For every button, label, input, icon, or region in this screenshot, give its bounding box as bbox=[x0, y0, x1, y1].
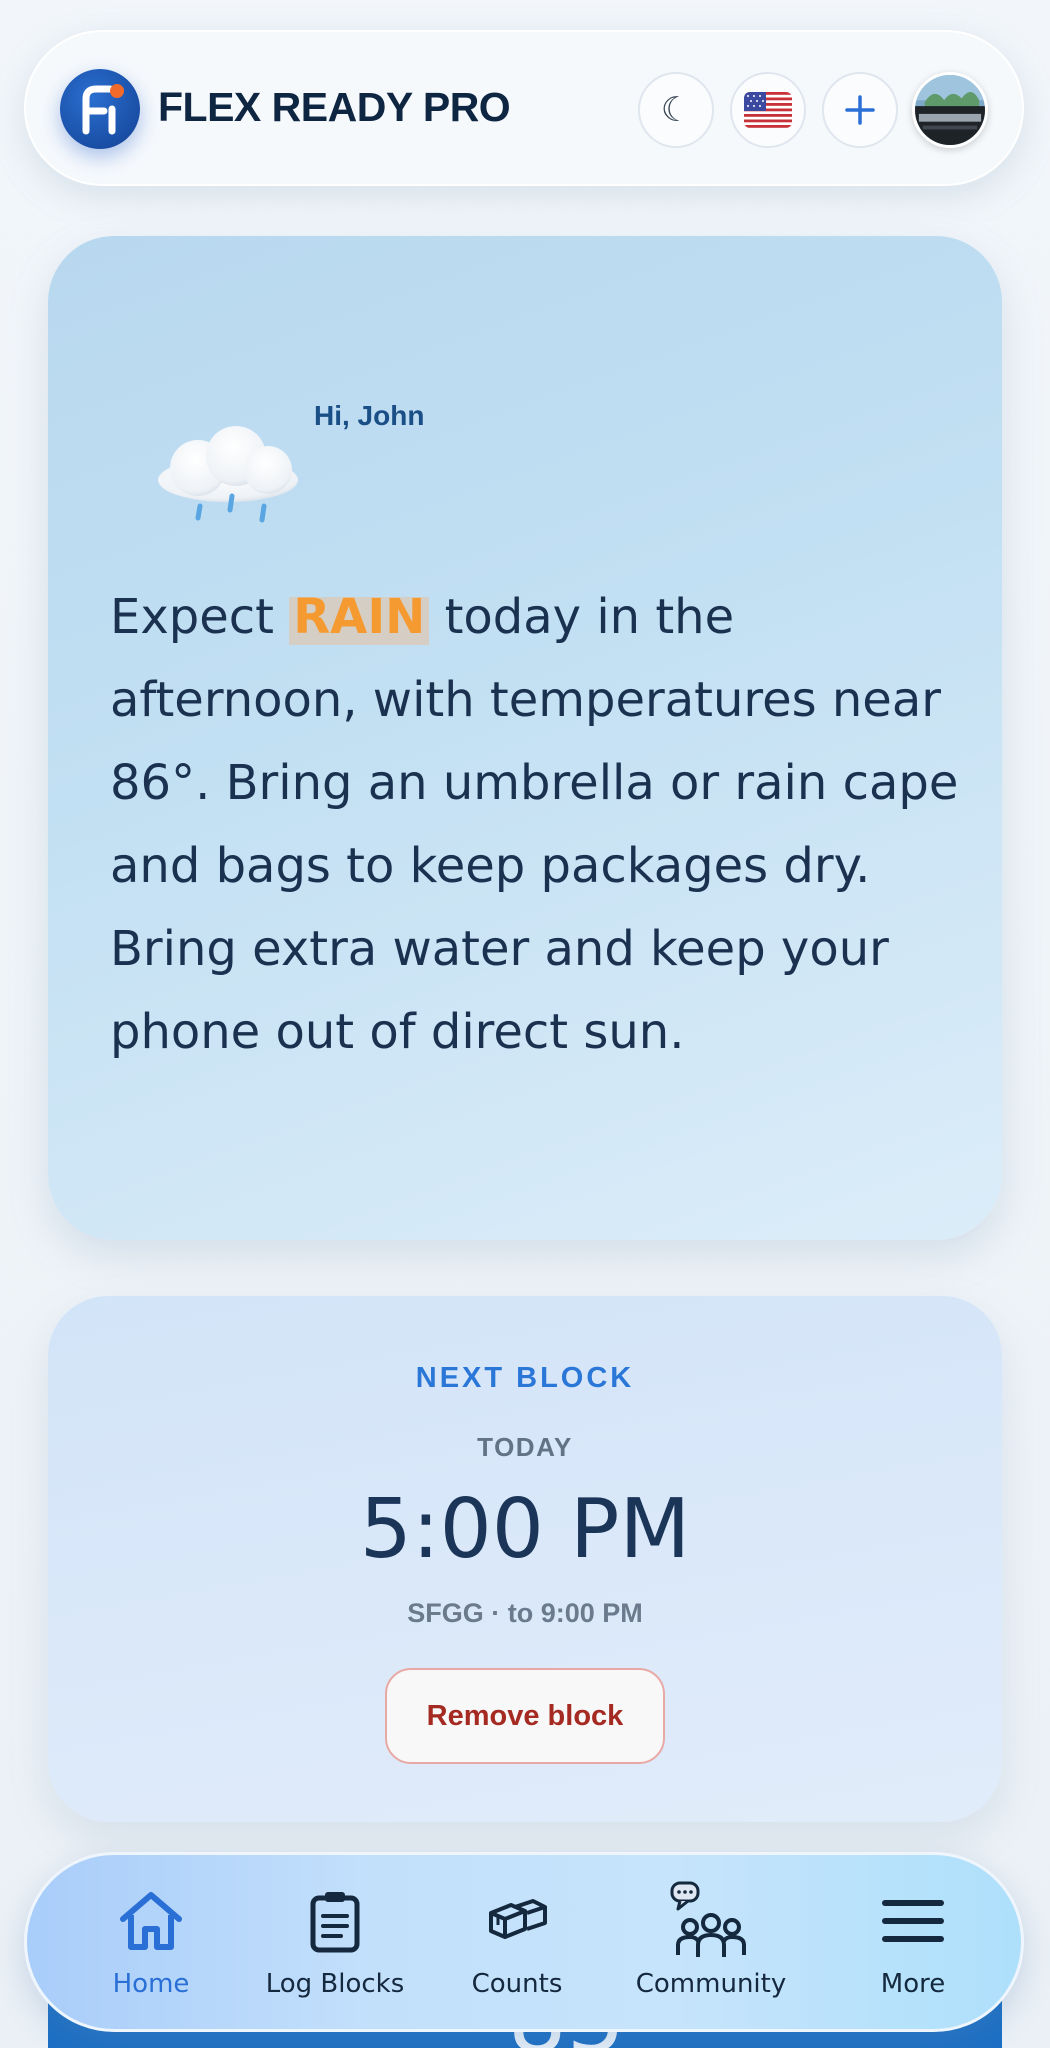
next-block-time: 5:00 PM bbox=[359, 1482, 691, 1577]
nav-label-log-blocks: Log Blocks bbox=[265, 1969, 405, 1999]
next-block-card: NEXT BLOCK TODAY 5:00 PM SFGG · to 9:00 … bbox=[48, 1296, 1002, 1822]
plus-icon bbox=[845, 95, 875, 125]
next-block-label: NEXT BLOCK bbox=[415, 1362, 635, 1394]
weather-card: Hi, John Expect RAIN today in the aftern… bbox=[48, 236, 1002, 1240]
nav-label-home: Home bbox=[112, 1969, 190, 1999]
nav-item-community[interactable]: Community bbox=[621, 1879, 801, 2009]
logo-icon bbox=[82, 84, 124, 135]
app-title: FLEX READY PRO bbox=[158, 84, 511, 130]
app-logo[interactable] bbox=[60, 69, 140, 149]
clipboard-icon bbox=[310, 1892, 360, 1953]
add-button[interactable] bbox=[822, 72, 898, 148]
nav-label-more: More bbox=[880, 1969, 946, 1999]
next-block-subtitle: SFGG · to 9:00 PM bbox=[407, 1598, 643, 1628]
language-button[interactable] bbox=[730, 72, 806, 148]
next-block-day: TODAY bbox=[477, 1432, 573, 1462]
forecast-highlight: RAIN bbox=[289, 589, 430, 645]
forecast-text-after: today in the afternoon, with temperature… bbox=[110, 589, 959, 1060]
dark-mode-button[interactable]: ☾ bbox=[638, 72, 714, 148]
community-icon bbox=[670, 1881, 746, 1957]
menu-icon bbox=[882, 1900, 944, 1942]
nav-item-log-blocks[interactable]: Log Blocks bbox=[245, 1879, 425, 2009]
moon-icon: ☾ bbox=[660, 90, 692, 130]
nav-item-more[interactable]: More bbox=[823, 1879, 1003, 2009]
forecast-text: Expect RAIN today in the afternoon, with… bbox=[110, 576, 970, 1074]
avatar[interactable] bbox=[912, 72, 988, 148]
nav-label-community: Community bbox=[635, 1969, 787, 1999]
us-flag-icon bbox=[744, 92, 792, 128]
nav-item-counts[interactable]: Counts bbox=[427, 1879, 607, 2009]
nav-label-counts: Counts bbox=[471, 1969, 563, 1999]
bottom-nav: Home Log Blocks Counts Community More bbox=[24, 1852, 1024, 2032]
nav-item-home[interactable]: Home bbox=[61, 1879, 241, 2009]
rain-cloud-icon bbox=[158, 426, 298, 523]
greeting: Hi, John bbox=[314, 400, 425, 431]
home-icon bbox=[120, 1892, 182, 1950]
avatar-photo bbox=[915, 75, 985, 145]
packages-icon bbox=[489, 1899, 547, 1939]
forecast-text-before: Expect bbox=[110, 589, 290, 645]
remove-block-button[interactable]: Remove block bbox=[385, 1668, 665, 1764]
app-header: FLEX READY PRO ☾ bbox=[24, 30, 1024, 186]
